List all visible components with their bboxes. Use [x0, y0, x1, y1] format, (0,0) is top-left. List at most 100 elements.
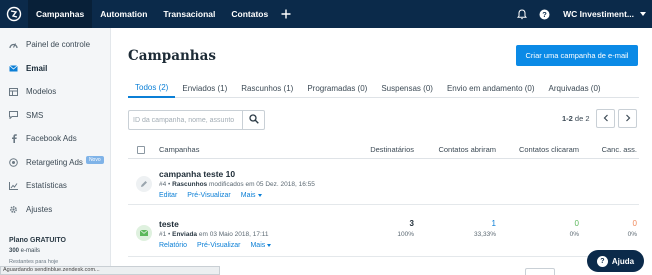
chevron-down-icon — [267, 243, 272, 247]
sidebar-item-retargeting-ads[interactable]: Retargeting Ads Novo — [0, 151, 110, 175]
recipients-count: 3 — [409, 219, 414, 228]
sidebar: Painel de controle Email Modelos SMS Fac… — [0, 28, 111, 275]
campaign-date: em 03 Maio 2018, 17:11 — [198, 231, 269, 238]
nav-automation[interactable]: Automation — [92, 0, 155, 28]
tab-programadas[interactable]: Programadas (0) — [300, 78, 374, 98]
search-icon — [248, 114, 259, 126]
sidebar-item-facebook-ads[interactable]: Facebook Ads — [0, 127, 110, 151]
campaign-id: #4 — [159, 181, 167, 188]
chevron-down-icon[interactable] — [640, 12, 646, 16]
question-icon: ? — [596, 255, 608, 267]
page-title: Campanhas — [128, 48, 216, 64]
more-dropdown[interactable]: Mais — [250, 242, 272, 249]
search-button[interactable] — [243, 110, 265, 130]
campaign-date: modificados em 05 Dez. 2018, 16:55 — [208, 181, 315, 188]
sidebar-item-label: Facebook Ads — [26, 134, 77, 144]
plan-remaining: Restantes para hoje — [9, 259, 59, 265]
campaign-status-tabs: Todos (2) Enviados (1) Rascunhos (1) Pro… — [128, 78, 639, 98]
edit-link[interactable]: Editar — [159, 192, 177, 199]
sms-icon — [9, 111, 18, 120]
plan-emails-suffix: e-mails — [19, 248, 41, 254]
svg-text:?: ? — [542, 10, 547, 19]
email-icon — [9, 64, 18, 73]
table-row[interactable]: campanha teste 10 #4 • Rascunhos modific… — [128, 159, 639, 205]
previous-page-button[interactable] — [596, 109, 615, 128]
nav-campanhas[interactable]: Campanhas — [28, 0, 93, 28]
tab-enviados[interactable]: Enviados (1) — [175, 78, 234, 98]
campaign-meta: #4 • Rascunhos modificados em 05 Dez. 20… — [159, 181, 315, 188]
pagination-select[interactable] — [525, 268, 555, 275]
sidebar-item-label: Painel de controle — [26, 40, 91, 50]
select-all-checkbox[interactable] — [137, 146, 145, 154]
settings-icon — [9, 205, 18, 214]
campaign-name[interactable]: teste — [159, 219, 179, 229]
stats-icon — [9, 181, 18, 190]
sidebar-item-label: Ajustes — [26, 204, 53, 214]
bell-icon[interactable] — [511, 0, 533, 28]
preview-link[interactable]: Pré-Visualizar — [187, 192, 230, 199]
create-email-campaign-button[interactable]: Criar uma campanha de e-mail — [516, 45, 638, 66]
report-link[interactable]: Relatório — [159, 242, 187, 249]
unsubscribed-count[interactable]: 0 — [633, 219, 637, 228]
account-menu[interactable]: WC Investiment... — [555, 9, 640, 19]
tab-suspensas[interactable]: Suspensas (0) — [374, 78, 440, 98]
campaign-status: Enviada — [172, 231, 198, 238]
plan-title: Plano GRATUITO — [9, 237, 66, 244]
sent-email-icon — [136, 225, 152, 241]
opened-count[interactable]: 1 — [492, 219, 496, 228]
sidebar-item-estatisticas[interactable]: Estatísticas — [0, 174, 110, 198]
column-contatos-clicaram[interactable]: Contatos clicaram — [519, 145, 579, 154]
pagination-summary: 1-2 de 2 — [562, 114, 590, 123]
nav-transacional[interactable]: Transacional — [155, 0, 223, 28]
plan-info: Plano GRATUITO 300 e-mails Restantes par… — [9, 237, 109, 265]
sidebar-item-label: Estatísticas — [26, 181, 67, 191]
search-box — [128, 110, 265, 130]
clicked-percent: 0% — [569, 231, 579, 238]
sidebar-item-ajustes[interactable]: Ajustes — [0, 198, 110, 222]
column-canc-ass[interactable]: Canc. ass. — [602, 145, 637, 154]
campaign-name[interactable]: campanha teste 10 — [159, 169, 235, 179]
tab-rascunhos[interactable]: Rascunhos (1) — [234, 78, 300, 98]
column-campanhas[interactable]: Campanhas — [159, 145, 199, 154]
help-button[interactable]: ? Ajuda — [587, 250, 644, 272]
sidebar-item-label: SMS — [26, 110, 44, 120]
top-navigation-bar: Campanhas Automation Transacional Contat… — [0, 0, 652, 28]
add-plus-icon[interactable] — [276, 0, 296, 28]
new-badge: Novo — [85, 155, 104, 164]
templates-icon — [9, 87, 18, 96]
chevron-left-icon — [603, 114, 609, 124]
tab-envio-em-andamento[interactable]: Envio em andamento (0) — [440, 78, 542, 98]
pagination-range: 1-2 — [562, 114, 573, 123]
unsubscribed-percent: 0% — [627, 231, 637, 238]
tab-todos[interactable]: Todos (2) — [128, 78, 176, 98]
table-header: Campanhas Destinatários Contatos abriram… — [128, 141, 639, 159]
clicked-count[interactable]: 0 — [575, 219, 579, 228]
search-input[interactable] — [128, 110, 243, 130]
more-dropdown[interactable]: Mais — [241, 192, 262, 199]
sendinblue-logo-icon[interactable] — [0, 0, 28, 28]
sidebar-item-label: Email — [26, 63, 48, 73]
retargeting-icon — [9, 157, 18, 167]
next-page-button[interactable] — [618, 109, 637, 128]
dashboard-icon — [9, 40, 18, 49]
pagination-total: de 2 — [572, 114, 590, 123]
row-actions: Relatório Pré-Visualizar Mais — [159, 242, 272, 249]
sidebar-item-email[interactable]: Email — [0, 57, 110, 81]
column-destinatarios[interactable]: Destinatários — [370, 145, 414, 154]
column-contatos-abriram[interactable]: Contatos abriram — [438, 145, 496, 154]
campaign-status: Rascunhos — [172, 181, 208, 188]
opened-percent: 33,33% — [473, 231, 496, 238]
help-question-icon[interactable]: ? — [533, 0, 555, 28]
nav-contatos[interactable]: Contatos — [223, 0, 276, 28]
sidebar-item-sms[interactable]: SMS — [0, 104, 110, 128]
campaign-id: #1 — [159, 231, 167, 238]
more-label: Mais — [240, 192, 256, 199]
table-row[interactable]: teste #1 • Enviada em 03 Maio 2018, 17:1… — [128, 205, 639, 257]
help-label: Ajuda — [611, 256, 635, 266]
sidebar-item-painel[interactable]: Painel de controle — [0, 33, 110, 57]
sidebar-item-modelos[interactable]: Modelos — [0, 80, 110, 104]
preview-link[interactable]: Pré-Visualizar — [197, 242, 240, 249]
tab-arquivadas[interactable]: Arquivadas (0) — [542, 78, 608, 98]
plan-emails-count: 300 — [9, 248, 20, 254]
sidebar-item-label: Retargeting Ads — [26, 157, 83, 167]
